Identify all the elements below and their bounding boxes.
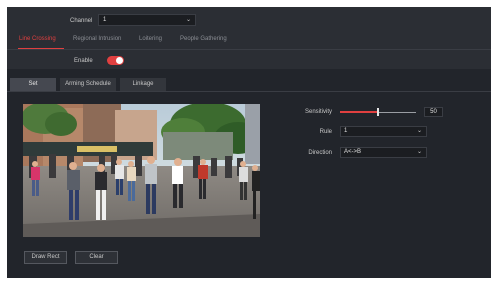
- chevron-down-icon: ⌄: [416, 149, 422, 155]
- sub-tabs: Set Arming Schedule Linkage: [7, 78, 491, 91]
- direction-select-value: A<->B: [344, 149, 362, 155]
- subtab-set[interactable]: Set: [10, 78, 56, 91]
- sensitivity-value-box[interactable]: 50: [424, 107, 443, 117]
- channel-select-value: 1: [103, 17, 107, 23]
- subtab-linkage[interactable]: Linkage: [120, 78, 166, 91]
- subtab-arming-schedule[interactable]: Arming Schedule: [60, 78, 116, 91]
- rule-select-value: 1: [344, 128, 348, 134]
- tabs-divider: [7, 49, 491, 50]
- tab-regional-intrusion[interactable]: Regional Intrusion: [73, 36, 121, 42]
- tab-line-crossing[interactable]: Line Crossing: [19, 36, 56, 42]
- draw-rect-button[interactable]: Draw Rect: [24, 251, 67, 264]
- camera-preview[interactable]: [23, 104, 260, 237]
- enable-toggle[interactable]: [107, 56, 124, 65]
- direction-label: Direction: [308, 150, 332, 156]
- clear-button[interactable]: Clear: [75, 251, 118, 264]
- chevron-down-icon: ⌄: [416, 128, 422, 134]
- tab-people-gathering[interactable]: People Gathering: [180, 36, 227, 42]
- detection-tabs: Line Crossing Regional Intrusion Loiteri…: [7, 34, 491, 48]
- direction-select[interactable]: A<->B ⌄: [340, 147, 427, 158]
- app-window: Channel 1 ⌄ Line Crossing Regional Intru…: [7, 7, 491, 278]
- rule-label: Rule: [319, 129, 332, 135]
- chevron-down-icon: ⌄: [185, 17, 191, 23]
- sensitivity-slider-thumb[interactable]: [377, 108, 379, 116]
- enable-label: Enable: [74, 58, 93, 64]
- channel-label: Channel: [70, 18, 93, 24]
- subtabs-divider: [7, 91, 491, 92]
- tab-loitering[interactable]: Loitering: [139, 36, 162, 42]
- toggle-knob: [116, 57, 123, 64]
- rule-select[interactable]: 1 ⌄: [340, 126, 427, 137]
- sensitivity-slider-fill: [340, 111, 378, 113]
- street-scene-image: [23, 104, 260, 237]
- sensitivity-label: Sensitivity: [304, 109, 332, 115]
- channel-select[interactable]: 1 ⌄: [98, 14, 196, 26]
